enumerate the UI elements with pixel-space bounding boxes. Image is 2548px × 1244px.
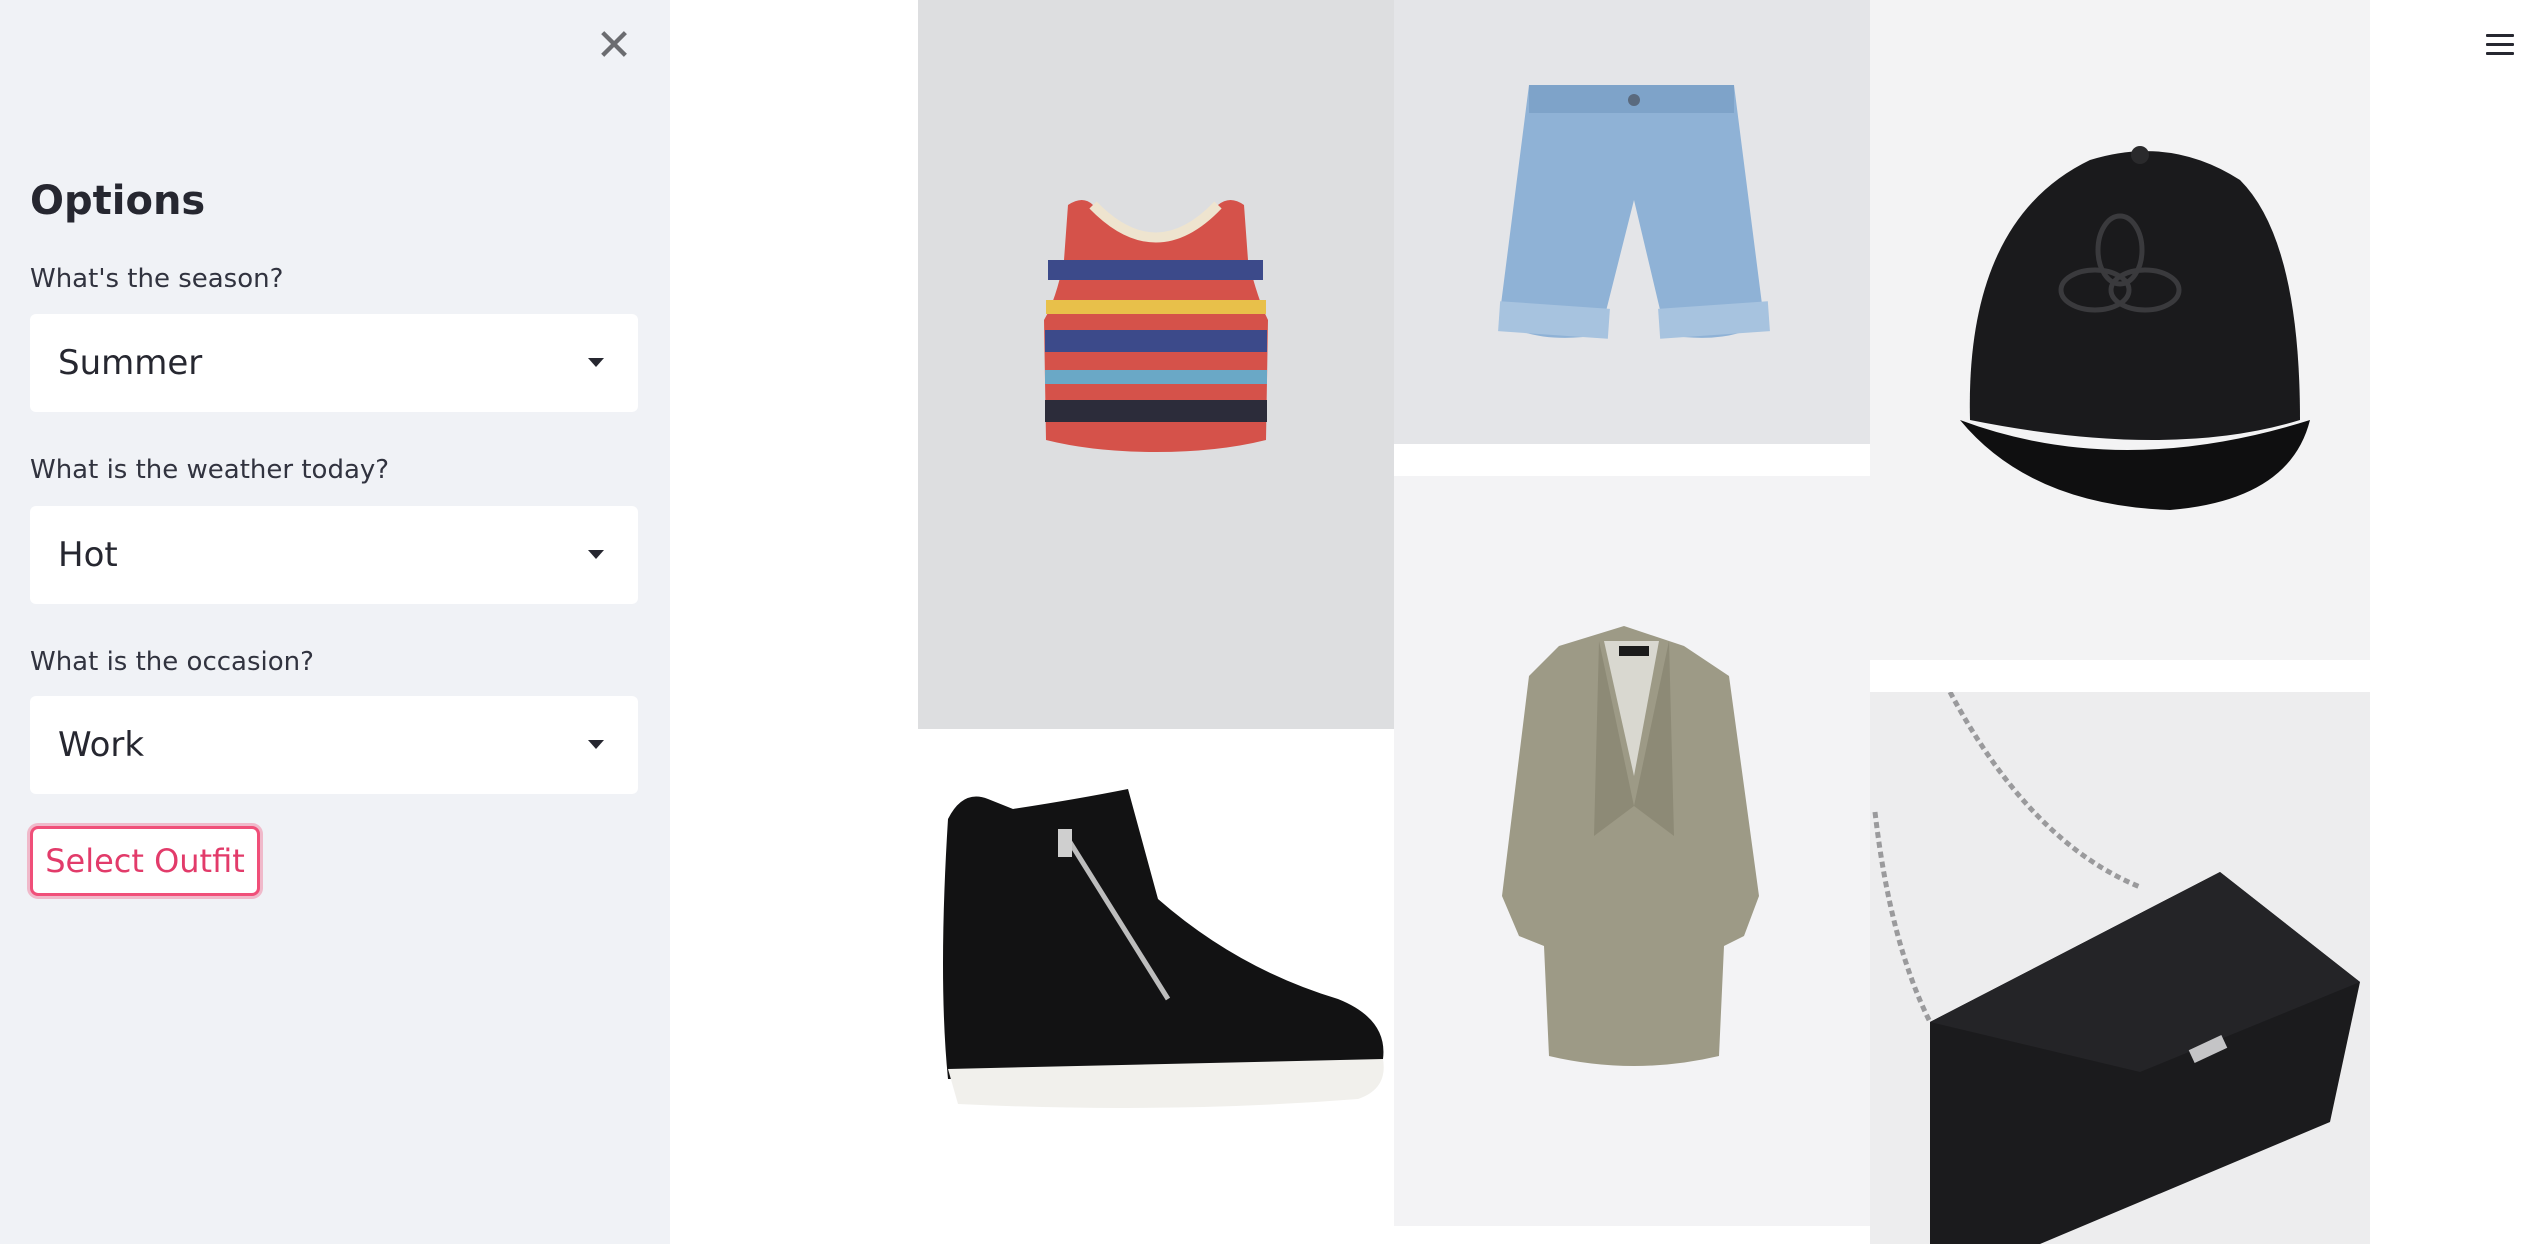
sleeveless-knit-top-image — [918, 0, 1394, 729]
denim-shorts-image — [1394, 0, 1870, 444]
chevron-down-icon — [588, 358, 604, 367]
close-sidebar-button[interactable]: ✕ — [590, 22, 638, 70]
weather-label: What is the weather today? — [30, 455, 390, 485]
season-select[interactable]: Summer — [30, 314, 638, 412]
chevron-down-icon — [588, 550, 604, 559]
occasion-select[interactable]: Work — [30, 696, 638, 794]
hamburger-line — [2486, 43, 2514, 46]
sidebar-title: Options — [30, 178, 206, 224]
black-crossbody-bag-image — [1870, 692, 2370, 1244]
sidebar: ✕ Options What's the season? Summer What… — [0, 0, 670, 1244]
weather-value: Hot — [58, 535, 118, 575]
hamburger-line — [2486, 52, 2514, 55]
occasion-label: What is the occasion? — [30, 647, 314, 677]
hamburger-menu-button[interactable] — [2484, 30, 2518, 60]
weather-select[interactable]: Hot — [30, 506, 638, 604]
chevron-down-icon — [588, 740, 604, 749]
season-value: Summer — [58, 343, 203, 383]
black-wedge-sneaker-image — [918, 729, 1394, 1244]
hamburger-menu-icon — [2486, 34, 2514, 37]
khaki-blazer-image — [1394, 476, 1870, 1226]
select-outfit-button[interactable]: Select Outfit — [30, 826, 260, 896]
season-label: What's the season? — [30, 264, 284, 294]
black-baseball-cap-image — [1870, 0, 2370, 660]
close-icon: ✕ — [595, 20, 633, 71]
occasion-value: Work — [58, 725, 145, 765]
